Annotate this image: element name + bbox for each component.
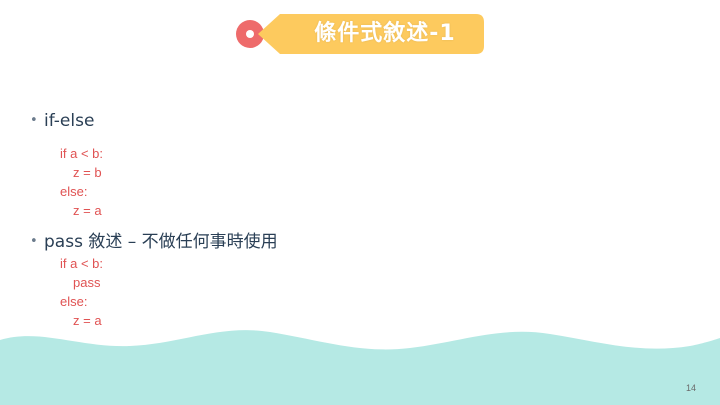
code-line: z = b bbox=[73, 165, 102, 180]
tag-hole bbox=[246, 30, 254, 38]
code-line: if a < b: bbox=[60, 256, 103, 271]
code-block-if-else: if a < b: z = b else: z = a bbox=[60, 144, 103, 220]
code-line: pass bbox=[73, 275, 101, 290]
wave-decoration bbox=[0, 330, 720, 405]
slide: 條件式敘述-1 • if-else if a < b: z = b else: z… bbox=[0, 0, 720, 405]
bullet-pass: • pass 敘述 – 不做任何事時使用 bbox=[30, 227, 278, 252]
page-number: 14 bbox=[685, 383, 696, 393]
bullet-label: if-else bbox=[44, 111, 95, 131]
bullet-dot-icon: • bbox=[30, 234, 38, 249]
bullet-if-else: • if-else bbox=[30, 111, 94, 131]
bullet-dot-icon: • bbox=[30, 113, 38, 128]
slide-title: 條件式敘述-1 bbox=[314, 21, 456, 46]
code-line: else: bbox=[60, 184, 88, 199]
code-line: else: bbox=[60, 294, 88, 309]
code-line: if a < b: bbox=[60, 146, 103, 161]
bullet-label: pass 敘述 – 不做任何事時使用 bbox=[44, 232, 278, 252]
code-line: z = a bbox=[73, 203, 102, 218]
